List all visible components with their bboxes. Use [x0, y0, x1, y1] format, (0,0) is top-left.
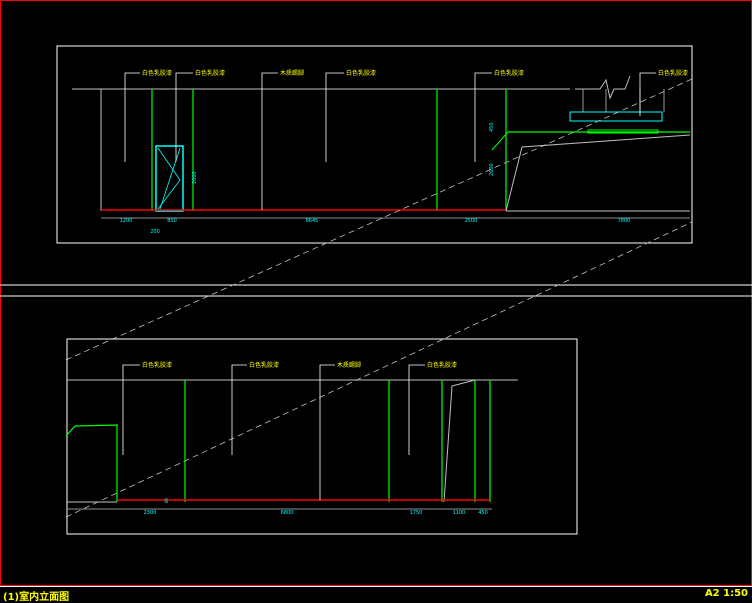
lower-dimension-label: 1100	[453, 510, 466, 516]
upper-callout-label: 白色乳胶漆	[195, 69, 225, 77]
upper-callout-leader	[325, 72, 344, 162]
upper-callout-leader	[639, 72, 656, 116]
upper-dimension-label: 850	[167, 218, 177, 224]
upper-callout-leader	[474, 72, 492, 162]
lower-raised-section	[65, 424, 118, 502]
viewport-border	[0, 0, 752, 586]
upper-callout-label: 白色乳胶漆	[142, 69, 172, 77]
upper-callout-label: 白色乳胶漆	[494, 69, 524, 77]
lower-elevation: 白色乳胶漆 白色乳胶漆 木质踢脚 白色乳胶漆 2300 6800 1750 11…	[65, 338, 578, 535]
upper-dimension-label: 200	[150, 229, 160, 235]
upper-callout-label: 白色乳胶漆	[346, 69, 376, 77]
upper-callout-leader	[175, 72, 193, 162]
upper-callout-label: 木质踢脚	[280, 69, 304, 77]
lower-callout-label: 白色乳胶漆	[249, 361, 279, 369]
upper-dimension-label: 1200	[120, 218, 133, 224]
match-line-dashed	[65, 221, 693, 518]
cad-drawing-canvas[interactable]: 白色乳胶漆 白色乳胶漆 木质踢脚 白色乳胶漆 白色乳胶漆 白色乳胶漆 1200 …	[0, 0, 752, 601]
lower-slope	[443, 379, 476, 503]
lower-callout-leader	[408, 364, 425, 455]
lower-small-mark: 80	[164, 497, 169, 503]
upper-raised-section	[505, 134, 691, 212]
upper-callout-label: 白色乳胶漆	[658, 69, 688, 77]
lower-callout-leader	[231, 364, 247, 455]
lower-dimension-label: 2300	[144, 510, 157, 516]
upper-dimension-label: 2500	[465, 218, 478, 224]
lower-callout-leader	[122, 364, 140, 455]
upper-dimension-label: 7800	[618, 218, 631, 224]
lower-dimension-label: 450	[478, 510, 488, 516]
upper-dimension-label: 6645	[306, 218, 319, 224]
upper-elevation: 白色乳胶漆 白色乳胶漆 木质踢脚 白色乳胶漆 白色乳胶漆 白色乳胶漆 1200 …	[56, 45, 693, 244]
lower-dimension-label: 6800	[281, 510, 294, 516]
upper-vertical-dimension: 2000	[192, 171, 198, 184]
upper-door-swing	[159, 147, 181, 210]
lower-callout-label: 白色乳胶漆	[427, 361, 457, 369]
status-bar: (1)室内立面图 A2 1:50	[0, 586, 752, 603]
upper-vertical-dimension: 450	[489, 122, 495, 132]
lower-callout-label: 木质踢脚	[337, 361, 361, 369]
drawing-scale: A2 1:50	[704, 588, 748, 599]
lower-dimension-label: 1750	[410, 510, 423, 516]
lower-callout-label: 白色乳胶漆	[142, 361, 172, 369]
upper-callout-leader	[261, 72, 278, 210]
lower-callout-leader	[319, 364, 335, 500]
upper-callout-leader	[124, 72, 140, 162]
match-line-dashed	[65, 78, 693, 361]
